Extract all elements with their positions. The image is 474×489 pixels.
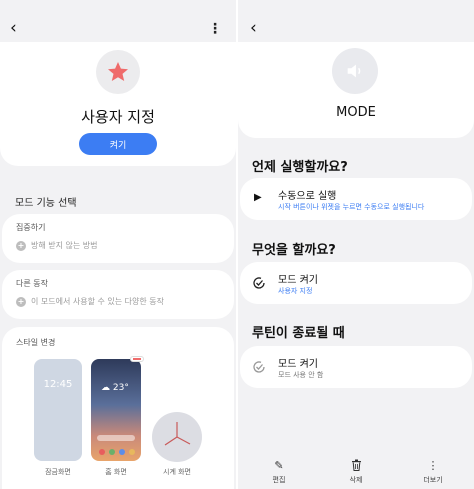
what-item-title: 모드 켜기 bbox=[278, 275, 318, 286]
more-vertical-icon: ⋮ bbox=[427, 459, 439, 472]
delete-label: 삭제 bbox=[349, 476, 363, 484]
mode-icon-circle bbox=[96, 50, 140, 94]
back-arrow-icon[interactable]: ‹ bbox=[10, 20, 17, 37]
clock-hands-icon bbox=[164, 422, 191, 446]
focus-label: 집중하기 bbox=[16, 223, 46, 232]
what-heading: 무엇을 할까요? bbox=[252, 243, 336, 258]
right-top-bar: ‹ bbox=[238, 0, 474, 40]
weather-widget: ☁ 23° bbox=[101, 383, 129, 393]
end-card[interactable]: 모드 켜기 모드 사용 안 함 bbox=[240, 346, 472, 388]
remove-minus-icon[interactable] bbox=[130, 356, 144, 362]
app-icon bbox=[109, 449, 115, 455]
clock-screen-label: 시계 화면 bbox=[163, 468, 191, 476]
more-button[interactable]: ⋮ 더보기 bbox=[413, 459, 453, 485]
home-screen-label: 홈 화면 bbox=[105, 468, 127, 476]
volume-icon bbox=[347, 64, 361, 78]
edit-label: 편집 bbox=[272, 476, 286, 484]
pencil-icon: ✎ bbox=[274, 459, 284, 472]
clock-screen-thumbnail[interactable] bbox=[152, 412, 202, 462]
check-circle-icon bbox=[253, 277, 265, 289]
star-icon bbox=[108, 62, 128, 81]
turn-on-button[interactable]: 켜기 bbox=[79, 133, 157, 155]
focus-add-row[interactable]: + 방해 받지 않는 방법 bbox=[16, 240, 98, 251]
mode-features-title: 모드 기능 선택 bbox=[15, 198, 77, 209]
add-circle-icon: + bbox=[16, 240, 26, 251]
app-icon bbox=[129, 449, 135, 455]
when-item-title: 수동으로 실행 bbox=[278, 191, 337, 202]
lock-screen-thumbnail[interactable]: 12:45 bbox=[34, 359, 82, 461]
style-change-label: 스타일 변경 bbox=[16, 338, 56, 347]
routine-title: MODE bbox=[336, 105, 376, 120]
left-top-bar: ‹ ⋮ bbox=[0, 0, 236, 40]
play-icon: ▶ bbox=[254, 192, 262, 203]
other-actions-add-row[interactable]: + 이 모드에서 사용할 수 있는 다양한 동작 bbox=[16, 296, 164, 307]
lock-screen-time: 12:45 bbox=[43, 379, 73, 390]
home-screen-thumbnail[interactable]: ☁ 23° bbox=[91, 359, 141, 461]
delete-button[interactable]: 삭제 bbox=[336, 459, 376, 485]
what-item-subtitle: 사용자 지정 bbox=[278, 287, 313, 295]
focus-card[interactable]: 집중하기 + 방해 받지 않는 방법 bbox=[2, 214, 234, 263]
app-dock bbox=[99, 449, 135, 455]
more-label: 더보기 bbox=[423, 476, 443, 484]
end-heading: 루틴이 종료될 때 bbox=[252, 326, 345, 341]
what-card[interactable]: 모드 켜기 사용자 지정 bbox=[240, 262, 472, 304]
weather-temperature: 23° bbox=[112, 383, 129, 393]
routine-header-card: MODE bbox=[238, 42, 474, 138]
app-icon bbox=[99, 449, 105, 455]
search-bar-widget bbox=[97, 435, 135, 441]
back-arrow-icon[interactable]: ‹ bbox=[250, 20, 257, 37]
end-item-subtitle: 모드 사용 안 함 bbox=[278, 371, 324, 379]
when-heading: 언제 실행할까요? bbox=[252, 160, 348, 175]
focus-item-text: 방해 받지 않는 방법 bbox=[31, 241, 98, 250]
routine-icon-circle bbox=[332, 48, 378, 94]
trash-icon bbox=[336, 459, 376, 473]
mode-settings-panel: ‹ ⋮ 사용자 지정 켜기 모드 기능 선택 집중하기 + 방해 받지 않는 방… bbox=[0, 0, 236, 489]
when-item-subtitle: 시작 버튼이나 위젯을 누르면 수동으로 실행됩니다 bbox=[278, 203, 425, 211]
end-item-title: 모드 켜기 bbox=[278, 359, 318, 370]
routine-panel: ‹ MODE 언제 실행할까요? ▶ 수동으로 실행 시작 버튼이나 위젯을 누… bbox=[238, 0, 474, 489]
edit-button[interactable]: ✎ 편집 bbox=[259, 459, 299, 485]
other-actions-label: 다른 동작 bbox=[16, 279, 48, 288]
more-options-icon[interactable]: ⋮ bbox=[208, 21, 222, 37]
style-change-card: 스타일 변경 12:45 잠금화면 ☁ 23° 홈 화면 시계 화면 bbox=[2, 327, 234, 489]
cloud-icon: ☁ bbox=[101, 383, 110, 393]
app-icon bbox=[119, 449, 125, 455]
mode-name: 사용자 지정 bbox=[81, 108, 155, 126]
when-card[interactable]: ▶ 수동으로 실행 시작 버튼이나 위젯을 누르면 수동으로 실행됩니다 bbox=[240, 178, 472, 220]
lock-screen-label: 잠금화면 bbox=[45, 468, 71, 476]
add-circle-icon: + bbox=[16, 296, 26, 307]
bottom-action-bar: ✎ 편집 삭제 ⋮ 더보기 bbox=[238, 455, 474, 489]
other-actions-item-text: 이 모드에서 사용할 수 있는 다양한 동작 bbox=[31, 297, 165, 306]
other-actions-card[interactable]: 다른 동작 + 이 모드에서 사용할 수 있는 다양한 동작 bbox=[2, 270, 234, 319]
mode-header-card: 사용자 지정 켜기 bbox=[0, 42, 236, 166]
check-circle-icon bbox=[253, 361, 265, 373]
